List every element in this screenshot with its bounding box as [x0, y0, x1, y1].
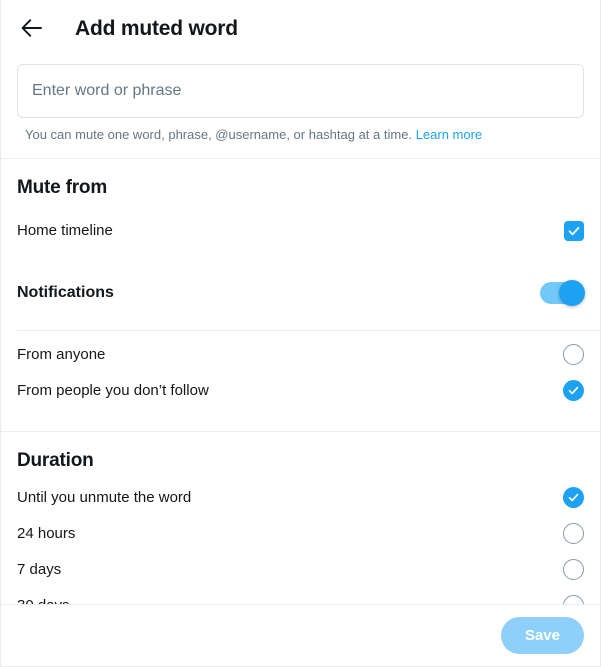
mute-from-section: Mute from Home timeline Notifications: [1, 159, 600, 330]
duration-option-row[interactable]: Until you unmute the word: [17, 480, 584, 516]
home-timeline-label: Home timeline: [17, 222, 113, 240]
notifications-toggle[interactable]: [540, 279, 585, 306]
duration-option-label: 7 days: [17, 561, 62, 579]
mute-from-title: Mute from: [17, 176, 108, 198]
duration-option-label: Until you unmute the word: [17, 489, 192, 507]
toggle-knob: [559, 279, 585, 306]
learn-more-link[interactable]: Learn more: [416, 127, 482, 142]
muted-word-input[interactable]: [17, 64, 584, 118]
home-timeline-checkbox[interactable]: [564, 220, 584, 241]
helper-text: You can mute one word, phrase, @username…: [25, 127, 413, 142]
scope-option-radio[interactable]: [563, 344, 584, 366]
add-muted-word-panel: Add muted word You can mute one word, ph…: [0, 0, 601, 667]
page-title: Add muted word: [75, 16, 238, 40]
home-timeline-row[interactable]: Home timeline: [17, 207, 584, 255]
notifications-label: Notifications: [17, 283, 114, 301]
header: Add muted word: [1, 0, 600, 56]
back-button[interactable]: [15, 11, 49, 45]
save-button[interactable]: Save: [500, 617, 584, 654]
input-helper-text: You can mute one word, phrase, @username…: [17, 118, 584, 144]
duration-option-radio[interactable]: [563, 559, 584, 581]
check-icon: [567, 384, 580, 397]
scope-option-radio[interactable]: [563, 380, 584, 402]
arrow-left-icon: [21, 19, 43, 37]
word-input-block: You can mute one word, phrase, @username…: [1, 56, 600, 144]
duration-option-row[interactable]: 24 hours: [17, 516, 584, 552]
duration-option-radio[interactable]: [563, 487, 584, 509]
scope-option-row[interactable]: From people you don’t follow: [17, 373, 584, 409]
notifications-row[interactable]: Notifications: [17, 269, 585, 317]
duration-option-label: 24 hours: [17, 525, 76, 543]
scope-option-label: From anyone: [17, 346, 106, 364]
footer: Save: [1, 604, 600, 666]
check-icon: [567, 224, 581, 238]
duration-title: Duration: [17, 449, 94, 471]
scope-option-row[interactable]: From anyone: [17, 337, 584, 373]
duration-option-radio[interactable]: [563, 523, 584, 545]
duration-option-row[interactable]: 7 days: [17, 552, 584, 588]
scope-option-label: From people you don’t follow: [17, 382, 209, 400]
check-icon: [567, 491, 580, 504]
scope-options-section: From anyone From people you don’t follow: [1, 331, 600, 431]
